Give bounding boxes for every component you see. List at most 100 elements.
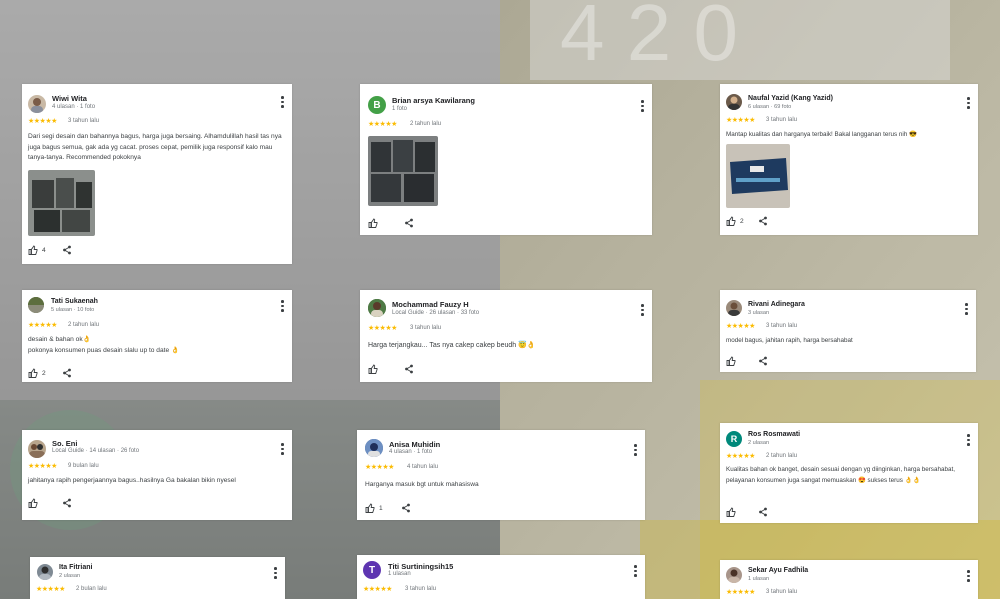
reviewer-name[interactable]: Ros Rosmawati [748,431,800,438]
reviewer-name[interactable]: Tati Sukaenah [51,298,98,305]
review-date: 3 tahun lalu [766,589,798,595]
review-card: So. Eni Local Guide · 14 ulasan · 26 fot… [22,430,292,520]
review-card: R Ros Rosmawati 2 ulasan ★★★★★ 2 tahun l… [720,423,978,523]
avatar[interactable] [726,300,742,316]
review-date: 4 tahun lalu [407,464,439,470]
thumbs-up-icon[interactable] [368,218,378,228]
thumbs-up-icon[interactable] [726,216,736,226]
review-date: 3 tahun lalu [766,117,798,123]
more-options-icon[interactable] [967,434,970,446]
review-photo[interactable] [28,170,95,236]
avatar[interactable]: T [363,561,381,579]
share-icon[interactable] [758,216,768,226]
avatar[interactable] [37,564,53,580]
reviewer-meta: Local Guide · 26 ulasan · 33 foto [392,310,480,316]
reviewer-meta: 5 ulasan · 10 foto [51,307,95,313]
share-icon[interactable] [62,368,72,378]
star-rating: ★★★★★ [28,463,57,470]
review-date: 2 bulan lalu [76,586,107,592]
more-options-icon[interactable] [967,97,970,109]
reviewer-meta: 3 ulasan [748,310,770,316]
review-date: 3 tahun lalu [410,325,442,331]
review-date: 2 tahun lalu [68,322,100,328]
review-actions [368,218,378,228]
more-options-icon[interactable] [281,96,284,108]
reviewer-name[interactable]: Rivani Adinegara [748,301,805,308]
reviewer-meta: Local Guide · 14 ulasan · 26 foto [52,448,140,454]
share-icon[interactable] [758,356,768,366]
review-actions: 2 [28,368,46,378]
reviewer-meta: 1 ulasan [748,576,770,582]
review-card: T Titi Surtiningsih15 1 ulasan ★★★★★ 3 t… [357,555,645,599]
more-options-icon[interactable] [634,444,637,456]
review-card: B Brian arsya Kawilarang 1 foto ★★★★★ 2 … [360,84,652,235]
thumbs-up-icon[interactable] [28,498,38,508]
share-icon[interactable] [62,498,72,508]
reviewer-name[interactable]: Anisa Muhidin [389,440,440,449]
avatar[interactable] [28,95,46,113]
reviewer-name[interactable]: Sekar Ayu Fadhila [748,567,808,574]
reviewer-meta: 4 ulasan · 1 foto [389,449,433,455]
thumbs-up-icon[interactable] [368,364,378,374]
avatar[interactable]: B [368,96,386,114]
thumbs-up-icon[interactable] [28,245,38,255]
share-icon[interactable] [758,507,768,517]
avatar[interactable]: R [726,431,742,447]
star-rating: ★★★★★ [36,586,65,593]
review-actions: 2 [726,216,744,226]
more-options-icon[interactable] [965,303,968,315]
reviewer-meta: 1 foto [392,106,408,112]
review-card: Ita Fitriani 2 ulasan ★★★★★ 2 bulan lalu [30,557,285,599]
reviewer-name[interactable]: Ita Fitriani [59,564,92,571]
reviewer-meta: 6 ulasan · 69 foto [748,104,792,110]
review-actions: 1 [365,503,383,513]
share-icon[interactable] [401,503,411,513]
avatar[interactable] [365,439,383,457]
reviewer-meta: 4 ulasan · 1 foto [52,104,96,110]
more-options-icon[interactable] [641,304,644,316]
review-card: Mochammad Fauzy H Local Guide · 26 ulasa… [360,290,652,382]
more-options-icon[interactable] [641,100,644,112]
share-icon[interactable] [404,218,414,228]
review-text: Dari segi desain dan bahannya bagus, har… [28,133,282,161]
review-photo[interactable] [368,136,438,206]
review-text: Mantap kualitas dan harganya terbaik! Ba… [726,131,917,138]
review-card: Anisa Muhidin 4 ulasan · 1 foto ★★★★★ 4 … [357,430,645,520]
review-card: Tati Sukaenah 5 ulasan · 10 foto ★★★★★ 2… [22,290,292,382]
avatar[interactable] [726,567,742,583]
reviewer-name[interactable]: Wiwi Wita [52,94,87,103]
avatar[interactable] [368,299,386,317]
thumbs-up-icon[interactable] [365,503,375,513]
share-icon[interactable] [62,245,72,255]
reviewer-name[interactable]: Brian arsya Kawilarang [392,96,475,105]
star-rating: ★★★★★ [726,117,755,124]
review-card: Rivani Adinegara 3 ulasan ★★★★★ 3 tahun … [720,290,976,372]
avatar[interactable] [726,94,742,110]
reviewer-name[interactable]: Naufal Yazid (Kang Yazid) [748,95,833,102]
thumbs-up-icon[interactable] [28,368,38,378]
star-rating: ★★★★★ [368,325,397,332]
thumbs-up-icon[interactable] [726,356,736,366]
reviewer-name[interactable]: So. Eni [52,439,77,448]
star-rating: ★★★★★ [28,322,57,329]
review-card: Wiwi Wita 4 ulasan · 1 foto ★★★★★ 3 tahu… [22,84,292,264]
more-options-icon[interactable] [281,443,284,455]
more-options-icon[interactable] [274,567,277,579]
avatar[interactable] [28,440,46,458]
avatar[interactable] [28,297,44,313]
reviewer-meta: 2 ulasan [748,440,770,446]
more-options-icon[interactable] [634,565,637,577]
reviewer-meta: 1 ulasan [388,571,411,577]
star-rating: ★★★★★ [365,464,394,471]
review-photo[interactable] [726,144,790,208]
review-actions [368,364,378,374]
reviewer-name[interactable]: Titi Surtiningsih15 [388,562,453,571]
more-options-icon[interactable] [281,300,284,312]
share-icon[interactable] [404,364,414,374]
review-text: desain & bahan ok👌 pokonya konsumen puas… [28,336,180,354]
star-rating: ★★★★★ [726,453,755,460]
more-options-icon[interactable] [967,570,970,582]
thumbs-up-icon[interactable] [726,507,736,517]
review-card: Naufal Yazid (Kang Yazid) 6 ulasan · 69 … [720,84,978,235]
reviewer-name[interactable]: Mochammad Fauzy H [392,300,469,309]
